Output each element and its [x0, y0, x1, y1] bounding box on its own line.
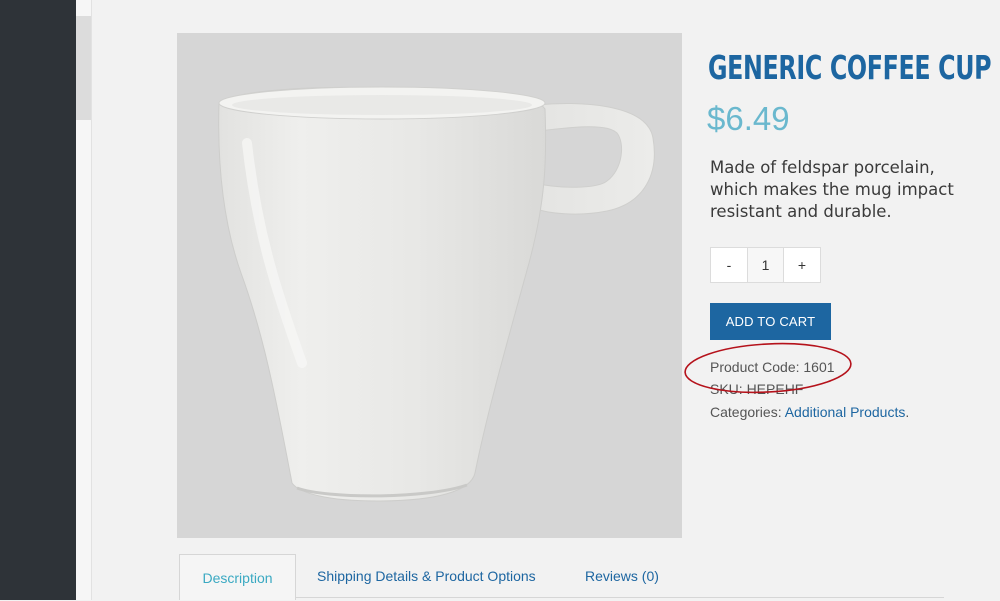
categories-label: Categories: [710, 404, 782, 420]
tab-description[interactable]: Description [179, 554, 296, 600]
add-to-cart-button[interactable]: ADD TO CART [710, 303, 831, 340]
product-description: Made of feldspar porcelain, which makes … [710, 158, 954, 221]
quantity-input[interactable]: 1 [747, 248, 784, 282]
quantity-stepper[interactable]: - 1 + [710, 247, 821, 283]
category-link[interactable]: Additional Products [785, 404, 906, 420]
increase-quantity-button[interactable]: + [784, 248, 820, 282]
coffee-cup-image [218, 86, 655, 502]
tab-reviews[interactable]: Reviews (0) [585, 555, 659, 598]
decrease-quantity-button[interactable]: - [711, 248, 747, 282]
red-circle-annotation [684, 342, 852, 394]
dark-sidebar [0, 0, 76, 600]
product-categories: Categories: Additional Products. [710, 403, 909, 421]
product-image [177, 33, 682, 538]
scrollbar[interactable] [76, 0, 92, 600]
scrollbar-thumb[interactable] [76, 16, 91, 120]
product-price: $6.49 [707, 100, 790, 137]
categories-suffix: . [905, 404, 910, 420]
tab-shipping-details[interactable]: Shipping Details & Product Options [317, 555, 536, 598]
product-title: Generic Coffee Cup [708, 48, 992, 87]
